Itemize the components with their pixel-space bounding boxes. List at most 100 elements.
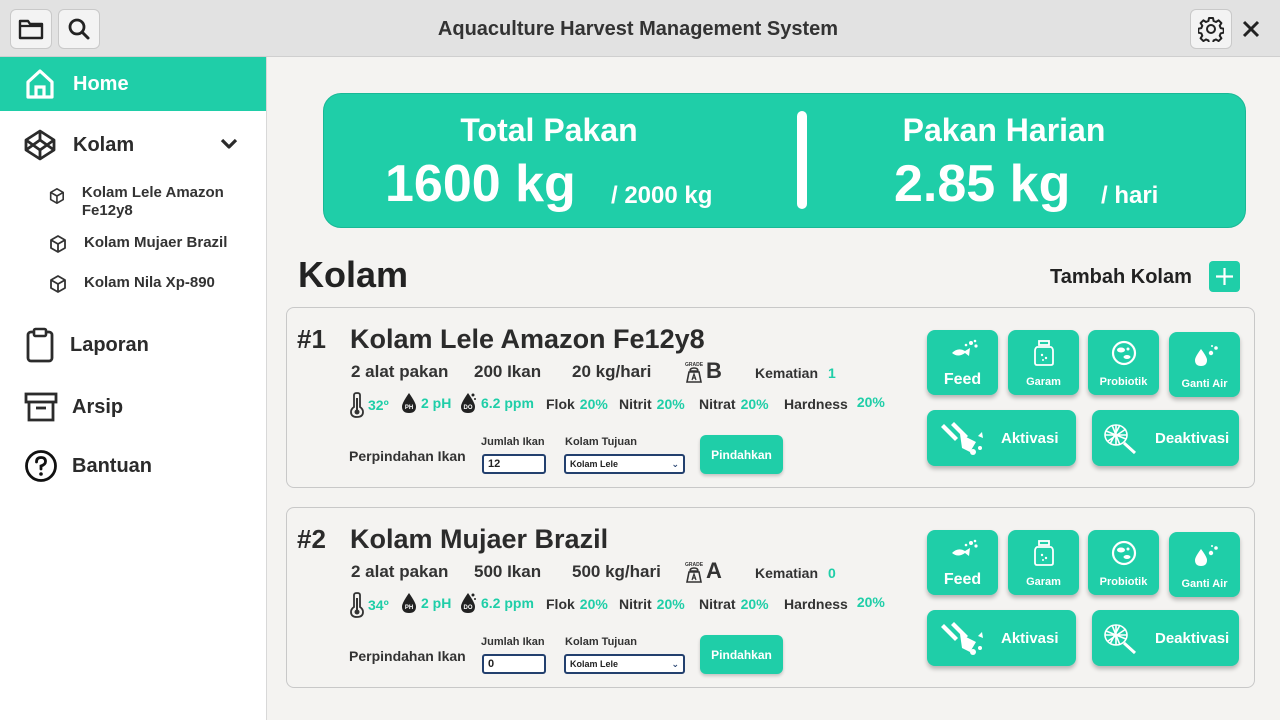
probiotic-button[interactable]: Probiotik [1088, 530, 1159, 595]
flok: Flok 20% [546, 596, 608, 612]
nitrat-value: 20% [740, 596, 769, 612]
hardness-value: 20% [856, 594, 885, 610]
thermometer-icon [350, 392, 364, 418]
nitrat-label: Nitrat [699, 396, 736, 412]
daily-feed-unit: / hari [1101, 182, 1159, 209]
activate-button[interactable]: Aktivasi [927, 610, 1076, 666]
nitrat-value: 20% [740, 396, 769, 412]
activate-button[interactable]: Aktivasi [927, 410, 1076, 466]
salt-jar-icon [1034, 540, 1054, 566]
sidebar-item-laporan[interactable]: Laporan [0, 327, 266, 363]
temperature: 32º [349, 392, 389, 418]
feed-button[interactable]: Feed [927, 530, 998, 595]
fish-qty-input[interactable]: 0 [482, 654, 546, 674]
feeder-count: 2 alat pakan [351, 362, 449, 381]
target-pond-select[interactable]: Kolam Lele ⌄ [564, 454, 685, 474]
chevron-down-icon: ⌄ [671, 659, 679, 669]
codepen-icon [24, 129, 56, 161]
daily-feed-value: 2.85 kg [894, 155, 1071, 213]
feed-button[interactable]: Feed [927, 330, 998, 395]
probiotic-button[interactable]: Probiotik [1088, 330, 1159, 395]
nitrit-value: 20% [656, 596, 685, 612]
sidebar-item-bantuan[interactable]: Bantuan [0, 448, 266, 484]
move-fish-button[interactable]: Pindahkan [700, 635, 783, 674]
move-fish-button[interactable]: Pindahkan [700, 435, 783, 474]
svg-text:DO: DO [464, 605, 473, 611]
add-pond-button[interactable] [1209, 261, 1240, 292]
nitrat-label: Nitrat [699, 596, 736, 612]
daily-feed-title: Pakan Harian [902, 112, 1106, 148]
svg-text:PH: PH [405, 605, 413, 611]
sidebar-subitem-kolam-3[interactable]: Kolam Nila Xp-890 [48, 274, 258, 294]
nitrat: Nitrat 20% [699, 596, 769, 612]
grade: GRADE A [684, 558, 722, 584]
deactivate-button[interactable]: Deaktivasi [1092, 610, 1239, 666]
feed-label: Feed [943, 571, 982, 588]
salt-button[interactable]: Garam [1008, 530, 1079, 595]
total-feed-title: Total Pakan [460, 112, 638, 148]
sidebar: Home Kolam Kolam Lele Amazon Fe12y8 Kola… [0, 57, 267, 720]
gear-icon [1198, 17, 1224, 42]
do-drop-icon: DO [461, 393, 476, 413]
chevron-down-icon[interactable] [220, 137, 238, 151]
probiotic-label: Probiotik [1099, 376, 1148, 388]
daily-feed: 500 kg/hari [572, 562, 661, 581]
grade-icon: GRADE [685, 362, 704, 383]
salt-label: Garam [1026, 376, 1061, 388]
water-change-button[interactable]: Ganti Air [1169, 532, 1240, 597]
nitrit-value: 20% [656, 396, 685, 412]
do-value: 6.2 ppm [481, 395, 534, 411]
svg-text:GRADE: GRADE [685, 362, 704, 368]
ph-drop-icon: PH [402, 593, 416, 613]
total-feed-capacity: / 2000 kg [611, 182, 713, 209]
sidebar-item-arsip[interactable]: Arsip [0, 389, 266, 425]
grade-value: B [706, 358, 722, 383]
grade-icon: GRADE [685, 562, 704, 583]
pond-number: #1 [297, 324, 326, 354]
flok-value: 20% [579, 596, 608, 612]
target-pond-select[interactable]: Kolam Lele ⌄ [564, 654, 685, 674]
probiotic-icon [1111, 340, 1137, 366]
salt-button[interactable]: Garam [1008, 330, 1079, 395]
hardness-value: 20% [856, 394, 885, 410]
hardness-label: Hardness [784, 596, 848, 612]
ph-value: 2 pH [421, 395, 452, 411]
ph-value: 2 pH [421, 595, 452, 611]
fish-qty-input[interactable]: 12 [482, 454, 546, 474]
help-icon [25, 450, 57, 482]
hardness-label: Hardness [784, 396, 848, 412]
salt-label: Garam [1026, 576, 1061, 588]
sidebar-item-home[interactable]: Home [0, 57, 266, 111]
settings-button[interactable] [1190, 9, 1232, 49]
sidebar-item-label: Arsip [72, 395, 124, 418]
water-change-label: Ganti Air [1181, 378, 1228, 390]
sidebar-item-label: Bantuan [72, 454, 152, 477]
fish-food-icon [952, 539, 978, 556]
water-drop-icon [1195, 545, 1218, 566]
activate-icon [941, 422, 983, 455]
add-pond-label[interactable]: Tambah Kolam [1050, 266, 1192, 289]
water-drop-icon [1195, 345, 1218, 366]
hardness: Hardness 20% [784, 594, 885, 612]
water-change-button[interactable]: Ganti Air [1169, 332, 1240, 397]
target-label: Kolam Tujuan [565, 636, 637, 648]
nitrit-label: Nitrit [619, 396, 652, 412]
deactivate-button[interactable]: Deaktivasi [1092, 410, 1239, 466]
chevron-down-icon: ⌄ [671, 459, 679, 469]
do-drop-icon: DO [461, 593, 476, 613]
sidebar-item-kolam[interactable]: Kolam [0, 127, 266, 163]
title-bar: Aquaculture Harvest Management System [0, 0, 1280, 57]
svg-text:GRADE: GRADE [685, 562, 704, 568]
clipboard-icon [26, 327, 54, 363]
close-icon [1242, 20, 1260, 38]
sidebar-subitem-kolam-1[interactable]: Kolam Lele Amazon Fe12y8 [48, 184, 258, 220]
daily-feed: 20 kg/hari [572, 362, 652, 381]
target-pond-value: Kolam Lele [570, 659, 619, 669]
hardness: Hardness 20% [784, 394, 885, 412]
ph-level: PH 2 pH [401, 392, 451, 414]
flok-label: Flok [546, 396, 575, 412]
svg-text:DO: DO [464, 405, 473, 411]
sidebar-subitem-kolam-2[interactable]: Kolam Mujaer Brazil [48, 234, 258, 254]
close-button[interactable] [1238, 14, 1264, 44]
fishing-net-icon [1104, 424, 1137, 455]
